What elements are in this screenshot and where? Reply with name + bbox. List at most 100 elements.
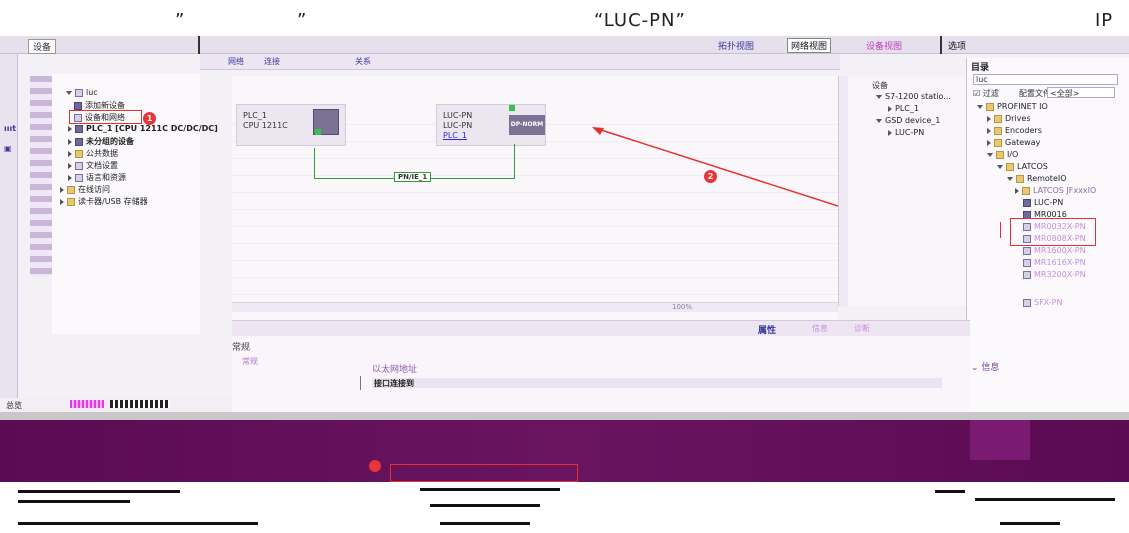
catalog-filter-checkbox[interactable]: ☑ 过滤 — [973, 88, 999, 99]
portal-view-label[interactable]: 总览 — [6, 400, 22, 411]
tree-item-languages[interactable]: 语言和资源 — [68, 172, 126, 183]
catalog-item-encoders[interactable]: Encoders — [987, 126, 1042, 135]
properties-tab[interactable]: 属性 — [758, 323, 776, 336]
folder-icon — [1016, 174, 1024, 183]
topology-view-tab[interactable]: 拓扑视图 — [718, 39, 754, 52]
status-strip: 总览 — [0, 398, 232, 412]
annotation-marker — [1000, 222, 1001, 238]
glitch-line-8 — [975, 498, 1115, 501]
tree-item-ungrouped[interactable]: 未分组的设备 — [68, 136, 134, 147]
glitch-line-3 — [18, 522, 258, 525]
left-vertical-strip: ıııt ▣ — [0, 54, 18, 412]
tree-item-card-reader[interactable]: 读卡器/USB 存储器 — [60, 196, 148, 207]
catalog-item-drives[interactable]: Drives — [987, 114, 1031, 123]
general-nav-item[interactable]: 常规 — [242, 356, 258, 367]
tree-item-common-data[interactable]: 公共数据 — [68, 148, 118, 159]
folder-icon — [994, 126, 1002, 135]
plc-card[interactable]: PLC_1 CPU 1211C — [236, 104, 346, 146]
catalog-item-io[interactable]: I/O — [987, 150, 1018, 159]
title-divider-right — [940, 36, 942, 54]
interface-connected-row: 接口连接到 — [372, 378, 942, 388]
catalog-item-luc-pn[interactable]: LUC-PN — [1023, 198, 1063, 207]
online-access-icon — [67, 185, 75, 194]
device-module-icon — [1023, 198, 1031, 207]
device-tab[interactable]: 设备 — [28, 39, 57, 54]
glitch-line-7 — [935, 490, 965, 493]
overview-row-station[interactable]: S7-1200 statio... — [876, 92, 951, 101]
catalog-item-sfx-pn[interactable]: SFX-PN — [1023, 298, 1062, 307]
info-tab[interactable]: 信息 — [812, 323, 828, 334]
catalog-item-latcos-jf[interactable]: LATCOS JFxxxIO — [1015, 186, 1096, 195]
corrupted-band-gray — [0, 412, 1129, 420]
tree-item-online-access[interactable]: 在线访问 — [60, 184, 110, 195]
device-module-icon — [1023, 258, 1031, 267]
folder-icon — [996, 150, 1004, 159]
device-view-tab[interactable]: 设备视图 — [866, 39, 902, 52]
glitch-line-6 — [440, 522, 530, 525]
caption-quote-open: ” — [175, 10, 186, 31]
section-divider — [360, 376, 361, 390]
plc-port-icon[interactable] — [315, 129, 321, 135]
catalog-item-latcos[interactable]: LATCOS — [997, 162, 1048, 171]
luc-module: DP-NORM — [509, 115, 545, 135]
annotation-badge-1: 1 — [143, 112, 156, 125]
relations-button[interactable]: 关系 — [355, 56, 371, 67]
device-module-icon — [1023, 298, 1031, 307]
properties-panel: 常规 常规 以太网地址 接口连接到 — [232, 336, 970, 412]
project-tree-vertical-tab[interactable] — [30, 76, 52, 276]
corrupted-block — [970, 420, 1030, 460]
card-reader-icon — [67, 197, 75, 206]
catalog-item-gateway[interactable]: Gateway — [987, 138, 1040, 147]
info-section-header[interactable]: ⌄ 信息 — [971, 360, 999, 373]
general-tab[interactable]: 常规 — [232, 340, 250, 353]
folder-icon — [1006, 162, 1014, 171]
catalog-profile-select[interactable]: <全部> — [1047, 87, 1115, 98]
network-view-tab[interactable]: 网络视图 — [787, 38, 832, 53]
options-label: 选项 — [948, 42, 967, 52]
catalog-item-mr3200x[interactable]: MR3200X-PN — [1023, 270, 1086, 279]
connect-button[interactable]: 连接 — [264, 56, 280, 67]
taskbar-glitch-dark — [110, 400, 170, 408]
ungrouped-icon — [75, 137, 83, 146]
corrupted-band-purple — [0, 420, 1129, 482]
folder-icon — [994, 138, 1002, 147]
tia-portal-window: 设备 拓扑视图 网络视图 设备视图 选项 ıııt ▣ luc 添加新设备 设备… — [0, 36, 1129, 412]
overview-scrollbar[interactable] — [838, 76, 848, 306]
overview-row-plc[interactable]: PLC_1 — [888, 104, 919, 113]
corrupted-red-dot — [369, 460, 381, 472]
ethernet-address-heading: 以太网地址 — [372, 365, 418, 375]
canvas-scrollbar[interactable]: 100% — [232, 302, 838, 312]
luc-card[interactable]: LUC-PN LUC-PN PLC_1 DP-NORM — [436, 104, 546, 146]
caption-ip: IP — [1095, 10, 1114, 31]
caption-quote-close: ” — [297, 10, 308, 31]
overview-row-luc[interactable]: LUC-PN — [888, 128, 924, 137]
tree-item-doc-settings[interactable]: 文档设置 — [68, 160, 118, 171]
device-module-icon — [1023, 246, 1031, 255]
luc-assigned-plc-link[interactable]: PLC_1 — [443, 131, 467, 140]
zoom-level[interactable]: 100% — [672, 303, 692, 311]
annotation-box-luc-pn — [1010, 218, 1096, 246]
tree-item-project[interactable]: luc — [66, 88, 98, 97]
subnet-label[interactable]: PN/IE_1 — [394, 172, 432, 182]
network-button[interactable]: 网络 — [228, 56, 244, 67]
editor-toolbar: 网络 连接 关系 — [200, 54, 840, 70]
plc-icon — [75, 124, 83, 133]
portal-icon[interactable]: ıııt — [4, 124, 16, 133]
catalog-item-remoteio[interactable]: RemoteIO — [1007, 174, 1067, 183]
doc-settings-icon — [75, 161, 83, 170]
catalog-item-mr1616x[interactable]: MR1616X-PN — [1023, 258, 1086, 267]
catalog-item-profinet-io[interactable]: PROFINET IO — [977, 102, 1048, 111]
luc-subnet-drop — [514, 144, 515, 179]
corrupted-band-white — [0, 482, 1129, 533]
catalog-search-input[interactable]: luc — [973, 74, 1118, 85]
catalog-item-mr1600x[interactable]: MR1600X-PN — [1023, 246, 1086, 255]
overview-header: 设备 — [872, 81, 888, 90]
overview-icon[interactable]: ▣ — [4, 144, 12, 153]
plc-type: CPU 1211C — [243, 121, 288, 130]
luc-port-icon[interactable] — [509, 105, 515, 111]
tree-item-plc[interactable]: PLC_1 [CPU 1211C DC/DC/DC] — [68, 124, 218, 133]
diagnostics-tab[interactable]: 诊断 — [854, 323, 870, 334]
inspector-tab-bar: 属性 信息 诊断 — [232, 320, 970, 336]
project-icon — [75, 88, 83, 97]
overview-row-gsd[interactable]: GSD device_1 — [876, 116, 940, 125]
